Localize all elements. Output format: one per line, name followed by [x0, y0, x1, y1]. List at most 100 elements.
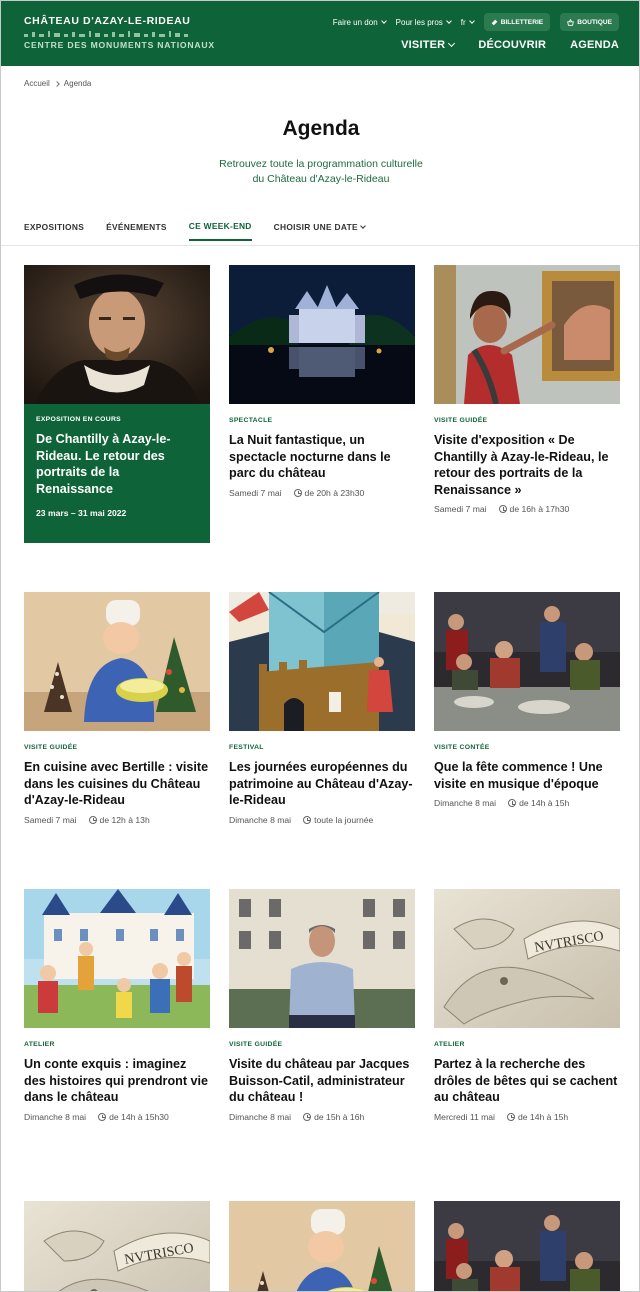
event-category: ATELIER: [24, 1041, 55, 1048]
event-date: Dimanche 8 mai: [229, 1111, 292, 1122]
event-card[interactable]: [434, 1201, 620, 1291]
event-category: VISITE GUIDÉE: [229, 1041, 283, 1048]
nav-agenda[interactable]: AGENDA: [570, 39, 619, 51]
event-time: de 14h à 15h: [517, 1111, 569, 1122]
event-title[interactable]: Que la fête commence ! Une visite en mus…: [434, 759, 620, 792]
basket-icon: [567, 18, 574, 26]
event-time-group: de 15h à 16h: [303, 1112, 364, 1122]
chevron-down-icon: [445, 17, 452, 24]
donate-link[interactable]: Faire un don: [332, 17, 387, 27]
event-date: Dimanche 8 mai: [24, 1111, 87, 1122]
event-time: de 14h à 15h30: [109, 1111, 169, 1122]
event-time-group: de 20h à 23h30: [293, 488, 364, 498]
event-image[interactable]: [229, 889, 415, 1028]
tab-expositions[interactable]: EXPOSITIONS: [24, 217, 84, 241]
event-card-body: VISITE CONTÉE Que la fête commence ! Une …: [434, 731, 620, 808]
event-time-group: de 14h à 15h30: [98, 1112, 169, 1122]
event-title[interactable]: Partez à la recherche des drôles de bête…: [434, 1056, 620, 1106]
event-category: VISITE GUIDÉE: [24, 744, 78, 751]
breadcrumb-home[interactable]: Accueil: [24, 79, 50, 88]
event-image[interactable]: [434, 592, 620, 731]
event-card-body: ATELIER Partez à la recherche des drôles …: [434, 1028, 620, 1122]
tab-choisir-label: CHOISIR UNE DATE: [273, 222, 358, 232]
event-title[interactable]: En cuisine avec Bertille : visite dans l…: [24, 759, 210, 809]
event-card[interactable]: VISITE CONTÉE Que la fête commence ! Une …: [434, 592, 620, 808]
event-card[interactable]: SPECTACLE La Nuit fantastique, un spectac…: [229, 265, 415, 498]
language-select[interactable]: fr: [460, 17, 475, 27]
ticket-label: BILLETTERIE: [500, 18, 544, 26]
clock-icon: [88, 815, 97, 824]
event-image[interactable]: [229, 265, 415, 404]
event-date: Samedi 7 mai: [24, 814, 77, 825]
filter-tabs: EXPOSITIONS ÉVÉNEMENTS CE WEEK-END CHOIS…: [24, 217, 387, 241]
event-image[interactable]: [434, 1201, 620, 1291]
event-title[interactable]: La Nuit fantastique, un spectacle noctur…: [229, 432, 415, 482]
event-date: Dimanche 8 mai: [434, 798, 497, 808]
nav-visiter-label: VISITER: [401, 39, 446, 51]
event-title[interactable]: Visite d'exposition « De Chantilly à Aza…: [434, 432, 620, 498]
event-image[interactable]: [229, 1201, 415, 1291]
event-card[interactable]: NVTRISCO ATELIER Partez à la recherche de…: [434, 889, 620, 1122]
event-title[interactable]: De Chantilly à Azay-le-Rideau. Le retour…: [36, 431, 198, 497]
chevron-down-icon: [448, 39, 456, 48]
nav-agenda-label: AGENDA: [570, 39, 619, 51]
nav-visiter[interactable]: VISITER: [401, 39, 456, 51]
clock-icon: [508, 799, 517, 807]
donate-label: Faire un don: [332, 17, 378, 27]
event-image[interactable]: [24, 265, 210, 404]
event-meta: Mercredi 11 mai de 14h à 15h: [434, 1112, 620, 1122]
clock-icon: [498, 505, 507, 513]
chevron-down-icon: [380, 17, 387, 24]
event-image[interactable]: [24, 592, 210, 731]
nav-decouvrir[interactable]: DÉCOUVRIR: [478, 39, 546, 51]
event-meta: Dimanche 8 mai toute la journée: [229, 815, 415, 825]
pros-link[interactable]: Pour les pros: [395, 17, 452, 27]
event-card-body: VISITE GUIDÉE Visite du château par Jacqu…: [229, 1028, 415, 1122]
breadcrumb-current: Agenda: [63, 79, 92, 88]
event-card-body: VISITE GUIDÉE En cuisine avec Bertille : …: [24, 731, 210, 825]
event-card[interactable]: ATELIER Un conte exquis : imaginez des hi…: [24, 889, 210, 1122]
event-date: Mercredi 11 mai: [434, 1111, 495, 1122]
event-meta: Dimanche 8 mai de 14h à 15h30: [24, 1112, 210, 1122]
skyline-icon: [24, 31, 188, 37]
pros-label: Pour les pros: [395, 17, 443, 27]
event-image[interactable]: [24, 889, 210, 1028]
event-date: Samedi 7 mai: [434, 504, 487, 514]
event-card[interactable]: NVTRISCO: [24, 1201, 210, 1291]
event-card-body: EXPOSITION EN COURS De Chantilly à Azay-l…: [24, 404, 210, 543]
event-title[interactable]: Un conte exquis : imaginez des histoires…: [24, 1056, 210, 1106]
shop-button[interactable]: BOUTIQUE: [560, 13, 619, 31]
tab-choisir-une-date[interactable]: CHOISIR UNE DATE: [273, 217, 366, 241]
site-header: CHÂTEAU D'AZAY-LE-RIDEAU CENTRE DES MONU…: [1, 1, 639, 66]
event-card[interactable]: [229, 1201, 415, 1291]
event-card[interactable]: VISITE GUIDÉE Visite du château par Jacqu…: [229, 889, 415, 1122]
event-card[interactable]: VISITE GUIDÉE Visite d'exposition « De Ch…: [434, 265, 620, 514]
utility-nav: Faire un don Pour les pros fr BILLETTERI…: [333, 13, 619, 31]
event-meta: Samedi 7 mai de 12h à 13h: [24, 815, 210, 825]
breadcrumb: Accueil Agenda: [24, 79, 91, 88]
event-category: ATELIER: [434, 1041, 465, 1048]
language-label: fr: [460, 17, 466, 27]
event-card-body: ATELIER Un conte exquis : imaginez des hi…: [24, 1028, 210, 1122]
event-title[interactable]: Les journées européennes du patrimoine a…: [229, 759, 415, 809]
event-card[interactable]: VISITE GUIDÉE En cuisine avec Bertille : …: [24, 592, 210, 825]
page-subtitle: Retrouvez toute la programmation culture…: [171, 157, 471, 187]
tab-ce-week-end[interactable]: CE WEEK-END: [188, 217, 252, 241]
event-time-group: de 14h à 15h: [508, 798, 569, 808]
event-image[interactable]: NVTRISCO: [24, 1201, 210, 1291]
event-image[interactable]: NVTRISCO: [434, 889, 620, 1028]
event-image[interactable]: [229, 592, 415, 731]
brand-title: CHÂTEAU D'AZAY-LE-RIDEAU: [24, 15, 191, 27]
clock-icon: [98, 1112, 107, 1121]
site-logo[interactable]: CHÂTEAU D'AZAY-LE-RIDEAU CENTRE DES MONU…: [24, 15, 215, 50]
event-image[interactable]: [434, 265, 620, 404]
event-card-body: VISITE GUIDÉE Visite d'exposition « De Ch…: [434, 404, 620, 514]
event-card[interactable]: EXPOSITION EN COURS De Chantilly à Azay-l…: [24, 265, 210, 543]
event-title[interactable]: Visite du château par Jacques Buisson-Ca…: [229, 1056, 415, 1106]
ticket-button[interactable]: BILLETTERIE: [483, 13, 551, 31]
event-card[interactable]: FESTIVAL Les journées européennes du patr…: [229, 592, 415, 825]
clock-icon: [293, 488, 302, 497]
event-category: SPECTACLE: [229, 417, 273, 424]
event-meta: Dimanche 8 mai de 15h à 16h: [229, 1112, 415, 1122]
tab-evenements[interactable]: ÉVÉNEMENTS: [106, 217, 167, 241]
